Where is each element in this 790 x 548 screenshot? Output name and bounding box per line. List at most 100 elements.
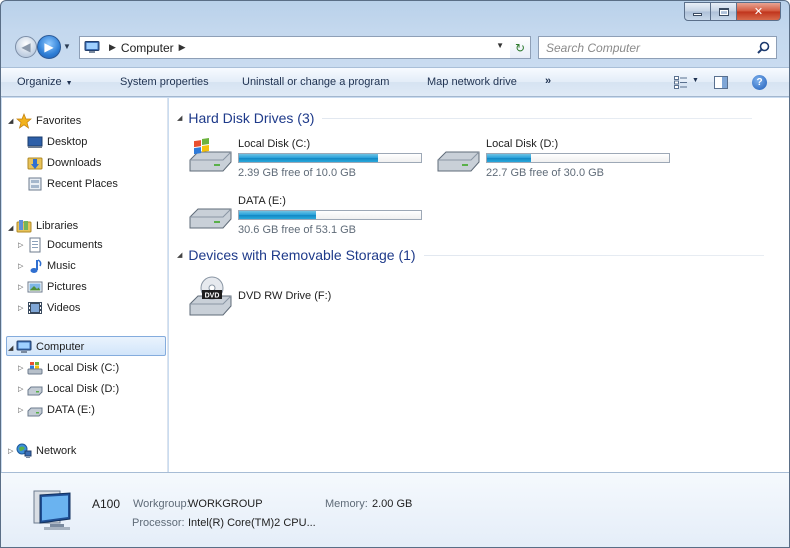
- collapsed-arrow-icon[interactable]: ▷: [18, 406, 23, 414]
- nav-local-disk-d[interactable]: Local Disk (D:): [27, 379, 119, 399]
- close-icon: ✕: [753, 6, 764, 18]
- windows-drive-icon: [27, 362, 43, 375]
- nav-data-e-label: DATA (E:): [47, 404, 95, 416]
- back-button[interactable]: ◀: [15, 36, 37, 58]
- drive-usage-bar: [486, 153, 670, 163]
- maximize-button[interactable]: [711, 2, 737, 21]
- breadcrumb-computer[interactable]: Computer: [121, 41, 174, 55]
- drive-dvd-rw-f[interactable]: DVD DVD RW Drive (F:): [188, 274, 388, 318]
- breadcrumb-separator-icon: ▶: [109, 42, 116, 52]
- nav-computer[interactable]: Computer: [16, 337, 84, 357]
- dvd-drive-icon: DVD: [189, 276, 232, 316]
- system-properties-button[interactable]: System properties: [120, 76, 209, 88]
- memory-label: Memory:: [325, 498, 368, 510]
- drive-name: Local Disk (C:): [238, 138, 311, 150]
- drive-local-disk-c[interactable]: Local Disk (C:) 2.39 GB free of 10.0 GB: [188, 138, 428, 182]
- group-removable-storage-label: Devices with Removable Storage (1): [188, 247, 416, 263]
- search-icon[interactable]: [757, 41, 770, 54]
- drive-name: DVD RW Drive (F:): [238, 290, 332, 302]
- breadcrumb-chevron-icon[interactable]: ▶: [179, 42, 186, 53]
- maximize-icon: [718, 7, 729, 16]
- expanded-arrow-icon[interactable]: ◢: [8, 344, 13, 352]
- address-bar[interactable]: ▶ Computer ▶ ▼: [79, 36, 531, 59]
- libraries-icon: [16, 220, 32, 233]
- collapsed-arrow-icon[interactable]: ▷: [18, 364, 23, 372]
- nav-pictures[interactable]: Pictures: [27, 277, 87, 297]
- more-commands-button[interactable]: »: [545, 75, 551, 87]
- nav-music[interactable]: Music: [27, 256, 76, 276]
- minimize-button[interactable]: [684, 2, 711, 21]
- pictures-icon: [27, 281, 43, 293]
- hard-drive-icon: [27, 386, 43, 396]
- nav-favorites[interactable]: Favorites: [16, 111, 81, 131]
- nav-libraries[interactable]: Libraries: [16, 216, 78, 236]
- nav-music-label: Music: [47, 260, 76, 272]
- nav-documents[interactable]: Documents: [27, 235, 103, 255]
- group-hard-disk-drives[interactable]: ◢ Hard Disk Drives (3): [177, 110, 753, 126]
- group-divider: [423, 254, 764, 256]
- expanded-arrow-icon[interactable]: ◢: [8, 117, 13, 125]
- drive-usage-fill: [487, 154, 532, 162]
- drive-name: DATA (E:): [238, 195, 286, 207]
- nav-recent-places[interactable]: Recent Places: [27, 174, 118, 194]
- drive-local-disk-d[interactable]: Local Disk (D:) 22.7 GB free of 30.0 GB: [436, 138, 676, 182]
- dvd-badge: DVD: [205, 293, 220, 300]
- preview-pane-icon[interactable]: [714, 76, 728, 89]
- videos-icon: [28, 302, 42, 314]
- collapsed-arrow-icon[interactable]: ▷: [18, 241, 23, 249]
- forward-button[interactable]: ▶: [37, 35, 61, 59]
- drive-usage-fill: [239, 211, 317, 219]
- drive-free-space: 30.6 GB free of 53.1 GB: [238, 224, 357, 236]
- organize-button[interactable]: Organize ▼: [17, 76, 73, 88]
- back-arrow-icon: ◀: [21, 40, 31, 54]
- drive-usage-fill: [239, 154, 378, 162]
- close-button[interactable]: ✕: [737, 2, 781, 21]
- nav-data-e[interactable]: DATA (E:): [27, 400, 95, 420]
- address-dropdown-icon[interactable]: ▼: [496, 41, 504, 50]
- drive-usage-bar: [238, 153, 422, 163]
- view-dropdown-icon[interactable]: ▼: [692, 77, 699, 84]
- collapsed-arrow-icon[interactable]: ▷: [8, 447, 13, 455]
- nav-libraries-label: Libraries: [36, 220, 79, 232]
- navigation-pane: ◢ Favorites Desktop Downloads Recent Pla…: [2, 98, 168, 472]
- recent-pages-dropdown[interactable]: ▼: [63, 42, 71, 51]
- group-removable-storage[interactable]: ◢ Devices with Removable Storage (1): [177, 247, 764, 263]
- hard-drive-icon: [27, 407, 43, 417]
- drive-free-space: 22.7 GB free of 30.0 GB: [486, 167, 605, 179]
- nav-desktop[interactable]: Desktop: [27, 132, 87, 152]
- computer-name: A100: [92, 497, 121, 511]
- search-input[interactable]: [546, 40, 746, 55]
- collapsed-arrow-icon[interactable]: ▷: [18, 262, 23, 270]
- refresh-button[interactable]: ↻: [510, 36, 531, 59]
- refresh-icon: ↻: [514, 40, 526, 55]
- computer-icon: [33, 490, 71, 530]
- computer-icon: [16, 340, 32, 353]
- expanded-arrow-icon[interactable]: ◢: [8, 224, 13, 232]
- map-network-drive-button[interactable]: Map network drive: [427, 76, 517, 88]
- drive-name: Local Disk (D:): [486, 138, 559, 150]
- nav-network[interactable]: Network: [16, 441, 76, 461]
- window-controls: ✕: [684, 2, 781, 21]
- collapsed-arrow-icon[interactable]: ▷: [18, 385, 23, 393]
- collapsed-arrow-icon[interactable]: ▷: [18, 283, 23, 291]
- search-box[interactable]: [538, 36, 777, 59]
- nav-documents-label: Documents: [47, 239, 103, 251]
- nav-local-disk-c[interactable]: Local Disk (C:): [27, 358, 119, 378]
- desktop-icon: [27, 136, 43, 148]
- nav-network-label: Network: [36, 445, 77, 457]
- collapsed-arrow-icon[interactable]: ▷: [18, 304, 23, 312]
- nav-videos[interactable]: Videos: [27, 298, 80, 318]
- drive-data-e[interactable]: DATA (E:) 30.6 GB free of 53.1 GB: [188, 195, 428, 239]
- help-icon[interactable]: ?: [752, 75, 767, 90]
- nav-downloads[interactable]: Downloads: [27, 153, 101, 173]
- collapse-group-icon[interactable]: ◢: [177, 251, 182, 259]
- nav-pictures-label: Pictures: [47, 281, 87, 293]
- view-options-icon[interactable]: [674, 76, 688, 89]
- minimize-icon: [693, 13, 702, 16]
- collapse-group-icon[interactable]: ◢: [177, 114, 182, 122]
- downloads-folder-icon: [27, 157, 43, 170]
- explorer-window: ✕ ◀ ▶ ▼ ▶ Computer ▶ ▼ ↻ Organize▼: [0, 0, 790, 548]
- workgroup-value: WORKGROUP: [188, 498, 263, 510]
- nav-computer-label: Computer: [36, 341, 85, 353]
- uninstall-program-button[interactable]: Uninstall or change a program: [242, 76, 389, 88]
